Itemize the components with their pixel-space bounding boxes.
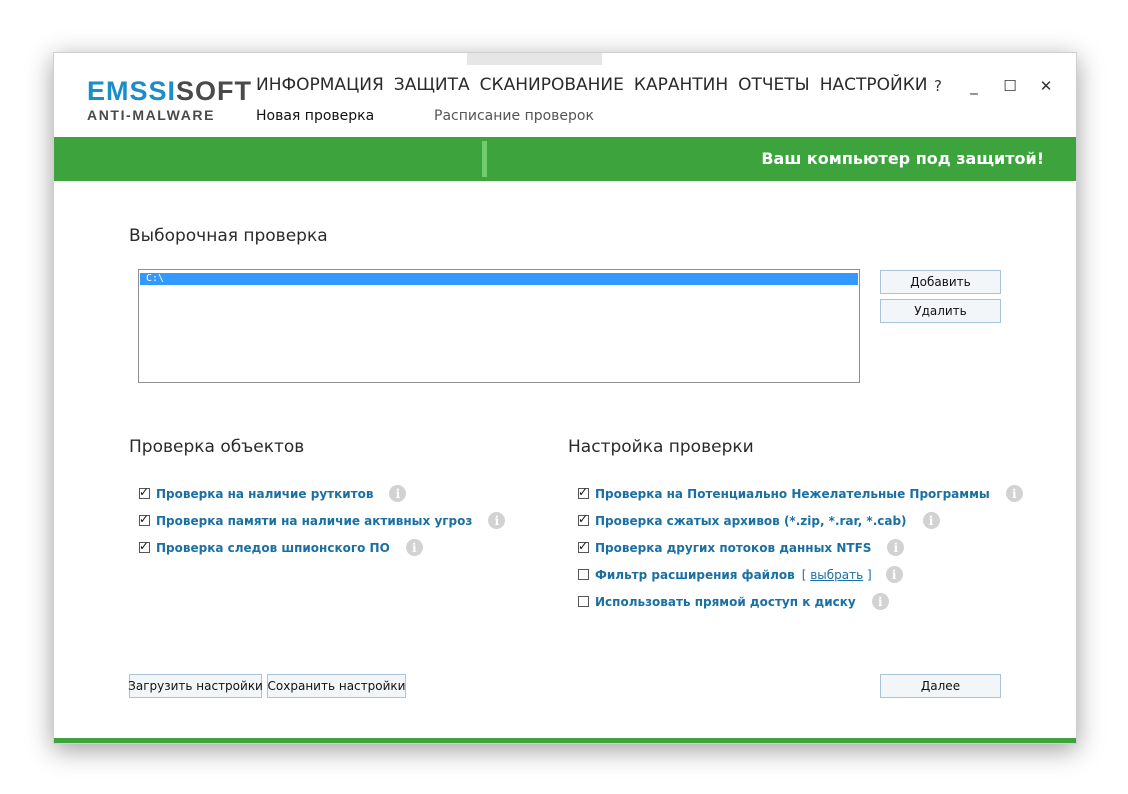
- memory-checkbox[interactable]: ✓: [139, 512, 150, 526]
- info-icon[interactable]: i: [488, 512, 506, 529]
- add-path-button[interactable]: Добавить: [880, 270, 1001, 294]
- window-controls: ? _ ☐ ✕: [930, 77, 1054, 95]
- link-bracket-open: [: [801, 567, 811, 582]
- bottom-accent-line: [54, 738, 1076, 743]
- spyware-label[interactable]: Проверка следов шпионского ПО: [156, 541, 390, 555]
- status-marker: [482, 141, 487, 177]
- info-icon[interactable]: i: [1005, 485, 1023, 502]
- spyware-checkbox[interactable]: ✓: [139, 539, 150, 553]
- archives-label[interactable]: Проверка сжатых архивов (*.zip, *.rar, *…: [595, 514, 907, 528]
- minimize-icon[interactable]: _: [966, 77, 982, 95]
- logo-accent-2: SI: [148, 76, 177, 106]
- option-memory: ✓ Проверка памяти на наличие активных уг…: [139, 512, 506, 529]
- subnav-scan-schedule[interactable]: Расписание проверок: [434, 108, 594, 124]
- info-icon[interactable]: i: [885, 566, 903, 583]
- ntfs-label[interactable]: Проверка других потоков данных NTFS: [595, 541, 871, 555]
- rootkits-label[interactable]: Проверка на наличие руткитов: [156, 487, 373, 501]
- check-icon: ✓: [578, 512, 589, 526]
- ntfs-checkbox[interactable]: ✓: [578, 539, 589, 553]
- check-icon: ✓: [578, 539, 589, 553]
- extension-filter-checkbox[interactable]: [578, 569, 589, 580]
- check-icon: ✓: [139, 539, 150, 553]
- path-list-item[interactable]: C:\: [140, 273, 858, 285]
- emsisoft-logo: EMSSISOFT ANTI-MALWARE: [87, 77, 252, 123]
- nav-protection[interactable]: ЗАЩИТА: [394, 75, 470, 95]
- check-icon: ✓: [139, 485, 150, 499]
- pup-checkbox[interactable]: ✓: [578, 485, 589, 499]
- info-icon[interactable]: i: [389, 485, 407, 502]
- main-nav: ИНФОРМАЦИЯ ЗАЩИТА СКАНИРОВАНИЕ КАРАНТИН …: [256, 75, 928, 95]
- logo-accent: EMS: [87, 76, 149, 106]
- link-bracket-close: ]: [863, 567, 872, 582]
- logo-wordmark: EMSSISOFT: [87, 77, 252, 105]
- info-icon[interactable]: i: [871, 593, 889, 610]
- app-window: EMSSISOFT ANTI-MALWARE ИНФОРМАЦИЯ ЗАЩИТА…: [53, 52, 1077, 744]
- nav-settings[interactable]: НАСТРОЙКИ: [820, 75, 928, 95]
- objects-section-title: Проверка объектов: [129, 437, 305, 457]
- link-text[interactable]: выбрать: [810, 568, 863, 582]
- close-icon[interactable]: ✕: [1038, 77, 1054, 95]
- nav-quarantine[interactable]: КАРАНТИН: [634, 75, 728, 95]
- memory-label[interactable]: Проверка памяти на наличие активных угро…: [156, 514, 472, 528]
- load-settings-button[interactable]: Загрузить настройки: [128, 674, 263, 698]
- info-icon[interactable]: i: [405, 539, 423, 556]
- maximize-icon[interactable]: ☐: [1002, 77, 1018, 95]
- save-settings-button[interactable]: Сохранить настройки: [267, 674, 406, 698]
- nav-reports[interactable]: ОТЧЕТЫ: [738, 75, 810, 95]
- info-icon[interactable]: i: [887, 539, 905, 556]
- option-ntfs-streams: ✓ Проверка других потоков данных NTFS i: [578, 539, 905, 556]
- subnav-new-scan[interactable]: Новая проверка: [256, 108, 374, 124]
- logo-rest: SOFT: [176, 76, 253, 106]
- select-extensions-link[interactable]: [ выбрать ]: [802, 568, 872, 582]
- check-icon: ✓: [139, 512, 150, 526]
- info-icon[interactable]: i: [922, 512, 940, 529]
- logo-subtitle: ANTI-MALWARE: [87, 107, 216, 123]
- option-spyware-traces: ✓ Проверка следов шпионского ПО i: [139, 539, 423, 556]
- option-rootkits: ✓ Проверка на наличие руткитов i: [139, 485, 407, 502]
- option-archives: ✓ Проверка сжатых архивов (*.zip, *.rar,…: [578, 512, 940, 529]
- option-direct-disk-access: Использовать прямой доступ к диску i: [578, 593, 889, 610]
- direct-disk-label[interactable]: Использовать прямой доступ к диску: [595, 595, 856, 609]
- scan-settings-title: Настройка проверки: [568, 437, 754, 457]
- title-drag-handle[interactable]: [467, 53, 602, 65]
- remove-path-button[interactable]: Удалить: [880, 299, 1001, 323]
- custom-scan-title: Выборочная проверка: [129, 226, 328, 246]
- rootkits-checkbox[interactable]: ✓: [139, 485, 150, 499]
- option-extension-filter: Фильтр расширения файлов [ выбрать ] i: [578, 566, 903, 583]
- option-pup: ✓ Проверка на Потенциально Нежелательные…: [578, 485, 1023, 502]
- extension-filter-label[interactable]: Фильтр расширения файлов: [595, 568, 795, 582]
- nav-info[interactable]: ИНФОРМАЦИЯ: [256, 75, 384, 95]
- protection-status-bar: Ваш компьютер под защитой!: [54, 137, 1076, 181]
- nav-scan[interactable]: СКАНИРОВАНИЕ: [480, 75, 624, 95]
- archives-checkbox[interactable]: ✓: [578, 512, 589, 526]
- next-button[interactable]: Далее: [880, 674, 1001, 698]
- help-icon[interactable]: ?: [930, 77, 946, 95]
- status-text: Ваш компьютер под защитой!: [761, 149, 1044, 168]
- check-icon: ✓: [578, 485, 589, 499]
- direct-disk-checkbox[interactable]: [578, 596, 589, 607]
- scan-path-list[interactable]: C:\: [138, 269, 860, 383]
- pup-label[interactable]: Проверка на Потенциально Нежелательные П…: [595, 487, 990, 501]
